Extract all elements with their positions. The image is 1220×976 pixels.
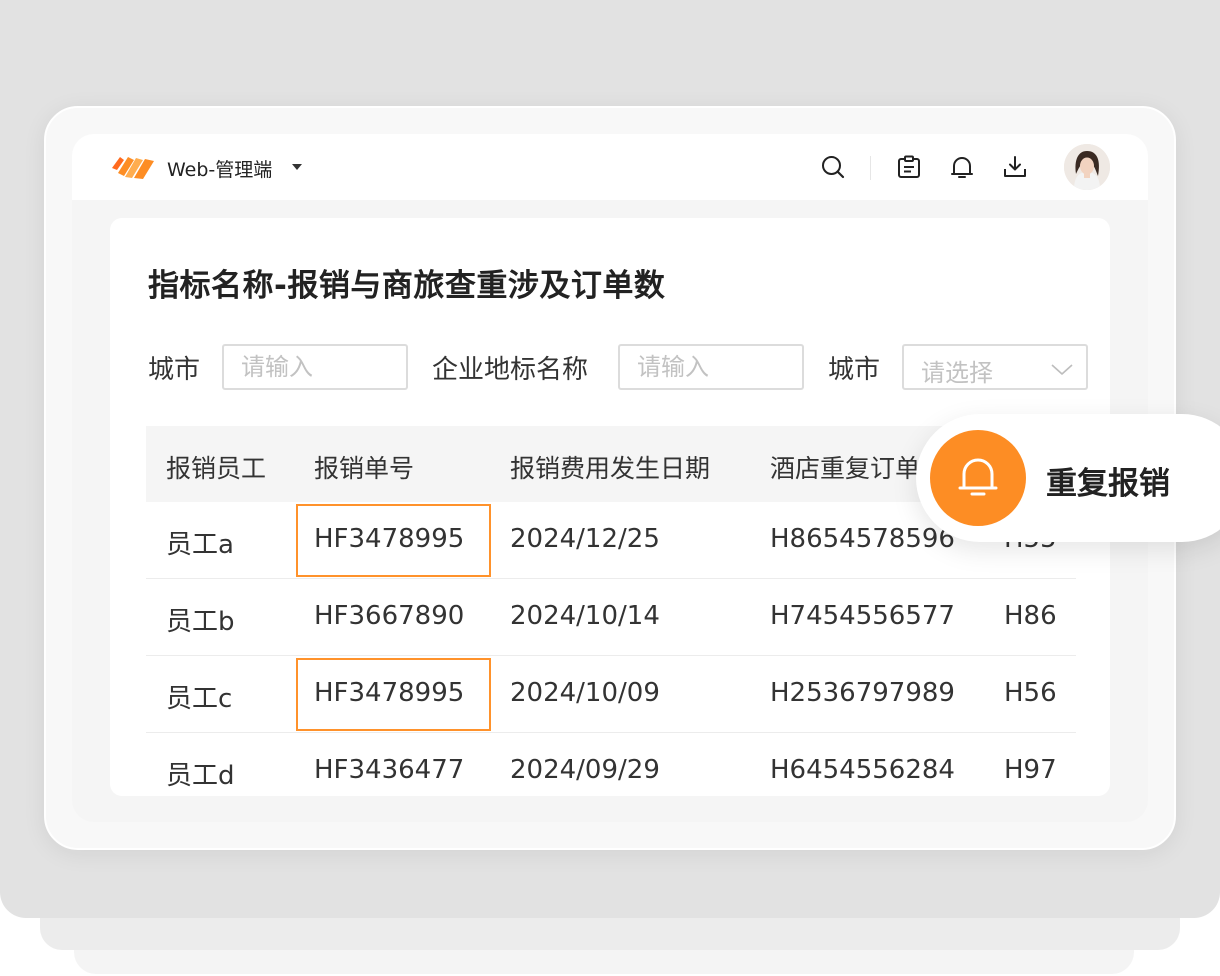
hotel-order-cell: H8654578596 (770, 524, 955, 554)
date-cell: 2024/12/25 (510, 524, 660, 554)
column-header-employee: 报销员工 (166, 454, 267, 483)
search-icon[interactable] (820, 154, 846, 180)
employee-cell: 员工c (166, 684, 233, 714)
hotel-order-cell: H2536797989 (770, 678, 955, 708)
app-switcher-label[interactable]: Web-管理端 (167, 155, 272, 182)
filter-city-label: 城市 (148, 355, 201, 385)
column-header-hotel-order: 酒店重复订单 (770, 454, 921, 483)
table-row[interactable]: 员工d HF3436477 2024/09/29 H6454556284 H97 (146, 733, 1076, 796)
filter-city-select-label: 城市 (828, 355, 881, 385)
employee-cell: 员工d (166, 761, 235, 791)
extra-cell: H97 (1004, 755, 1057, 785)
page-title: 指标名称-报销与商旅查重涉及订单数 (148, 268, 666, 304)
column-header-order: 报销单号 (314, 454, 415, 483)
bell-icon[interactable] (949, 154, 975, 180)
bell-icon (930, 430, 1026, 526)
user-avatar[interactable] (1064, 144, 1110, 190)
city-input[interactable] (222, 344, 408, 390)
order-cell: HF3478995 (314, 678, 465, 708)
table-row[interactable]: 员工b HF3667890 2024/10/14 H7454556577 H86 (146, 579, 1076, 656)
top-bar: Web-管理端 (72, 134, 1148, 200)
chevron-down-icon (1050, 357, 1074, 381)
duplicate-reimbursement-toast[interactable]: 重复报销 (916, 414, 1220, 542)
city-select-placeholder: 请选择 (921, 359, 993, 387)
extra-cell: H56 (1004, 678, 1057, 708)
table-row[interactable]: 员工c HF3478995 2024/10/09 H2536797989 H56 (146, 656, 1076, 733)
extra-cell: H86 (1004, 601, 1057, 631)
date-cell: 2024/09/29 (510, 755, 660, 785)
toast-label: 重复报销 (1046, 466, 1170, 502)
date-cell: 2024/10/14 (510, 601, 660, 631)
column-header-date: 报销费用发生日期 (510, 454, 711, 483)
date-cell: 2024/10/09 (510, 678, 660, 708)
order-cell: HF3436477 (314, 755, 465, 785)
landmark-input[interactable] (618, 344, 804, 390)
caret-down-icon[interactable] (292, 164, 302, 170)
filter-landmark-label: 企业地标名称 (432, 355, 589, 385)
employee-cell: 员工b (166, 607, 235, 637)
order-cell: HF3478995 (314, 524, 465, 554)
brand-logo-icon[interactable] (112, 154, 154, 180)
toolbar-divider (870, 156, 871, 180)
clipboard-icon[interactable] (896, 154, 922, 180)
hotel-order-cell: H6454556284 (770, 755, 955, 785)
employee-cell: 员工a (166, 530, 234, 560)
hotel-order-cell: H7454556577 (770, 601, 955, 631)
city-select[interactable]: 请选择 (902, 344, 1088, 390)
download-icon[interactable] (1002, 154, 1028, 180)
order-cell: HF3667890 (314, 601, 465, 631)
